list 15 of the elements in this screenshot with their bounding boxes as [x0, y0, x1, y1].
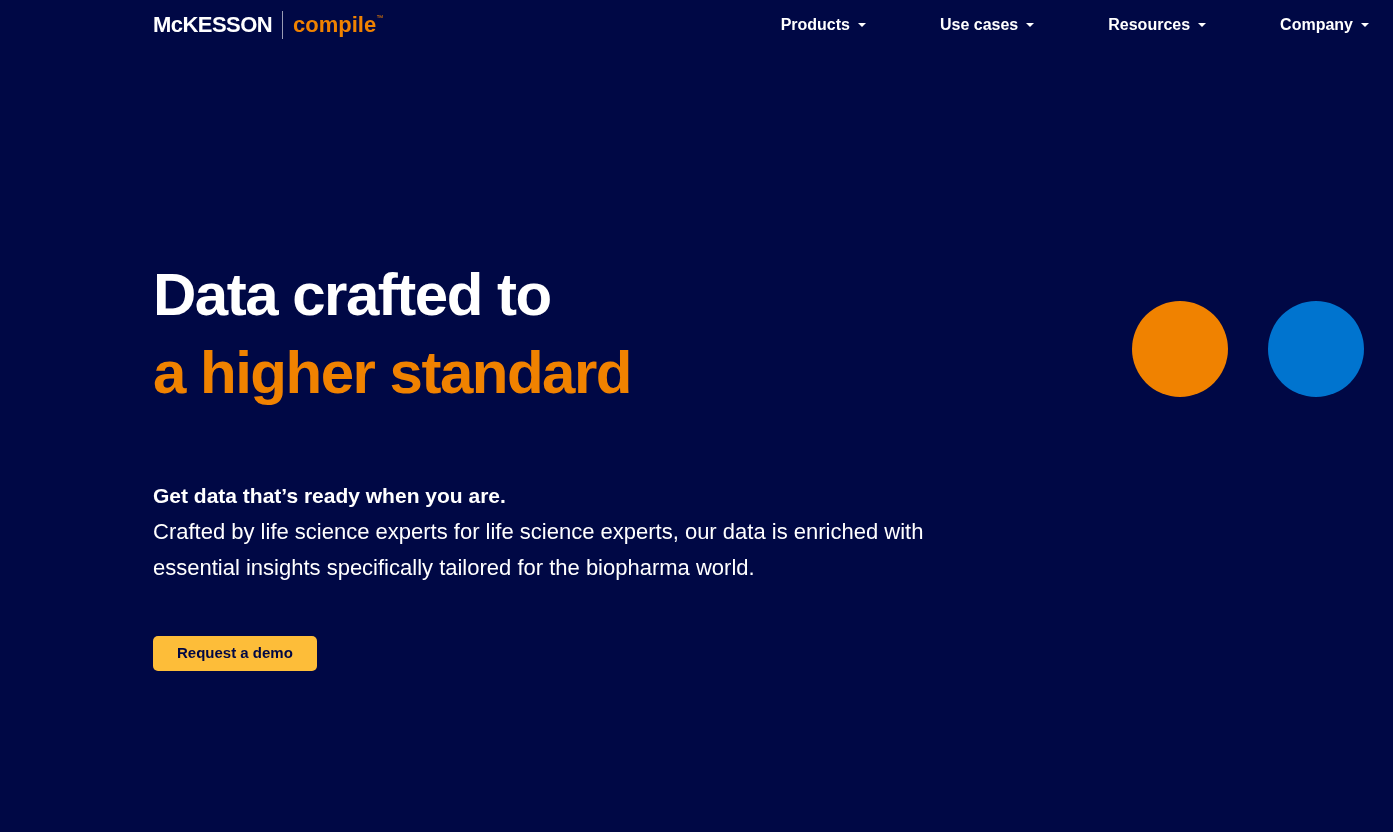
brand-logo[interactable]: McKESSON	[153, 14, 273, 36]
request-demo-button[interactable]: Request a demo	[153, 636, 317, 671]
nav-menu-item[interactable]: Company	[1280, 13, 1369, 37]
caret-icon	[1361, 23, 1369, 27]
hero-subtitle: a higher standard	[153, 338, 632, 408]
nav-menu-item[interactable]: Use cases	[939, 13, 1035, 37]
caret-icon	[1026, 23, 1035, 27]
nav-menu-item[interactable]: Products	[780, 13, 866, 37]
hero-description: Crafted by life science experts for life science experts, our data is enriched with essential insights specifically tailored for the biopharma world.	[153, 518, 925, 582]
caret-icon	[857, 23, 866, 27]
hero-lead: Get data that’s ready when you are.	[153, 483, 507, 509]
nav-menu-item[interactable]: Resources	[1108, 13, 1207, 37]
caret-icon	[1198, 23, 1207, 27]
hero-title: Data crafted to	[153, 260, 552, 330]
product-logo[interactable]: compile	[293, 14, 377, 36]
